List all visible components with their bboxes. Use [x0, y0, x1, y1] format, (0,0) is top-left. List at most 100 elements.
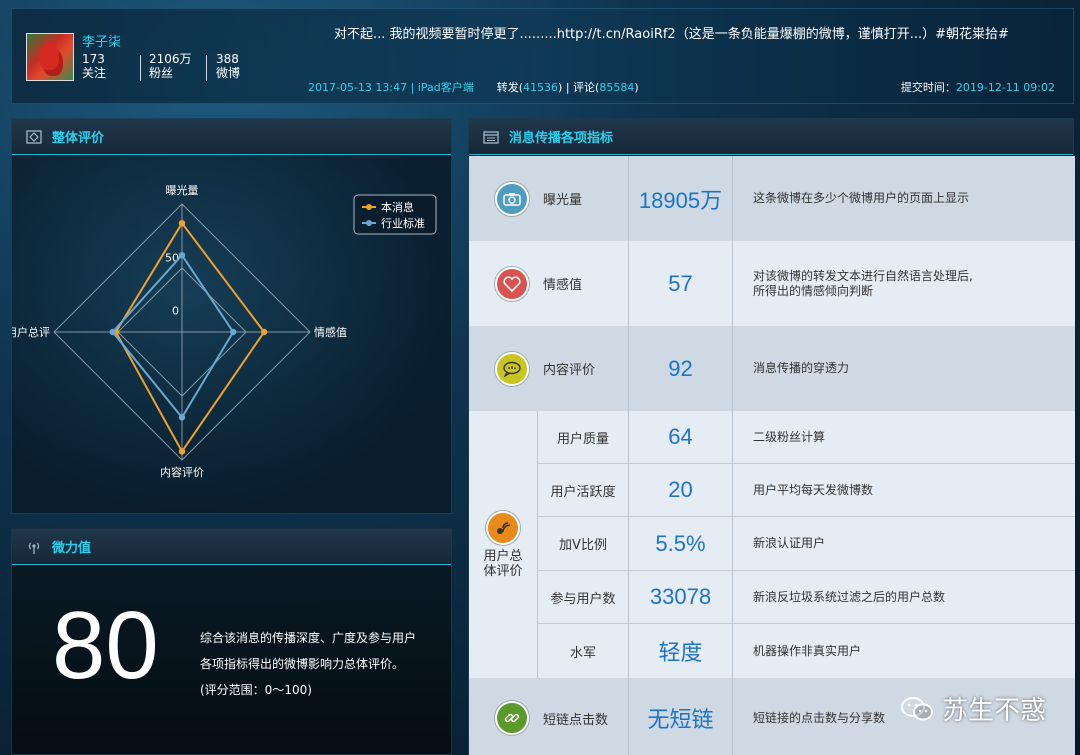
stat-divider: [140, 55, 141, 81]
meta-separator: |: [562, 81, 574, 94]
sub-metric-description: 二级粉丝计算: [753, 429, 826, 444]
metric-label: 内容评价: [543, 363, 596, 378]
group-label-line: 用户总: [483, 548, 523, 564]
radar-series-polygon: [111, 253, 235, 420]
submit-label: 提交时间：: [900, 81, 956, 94]
legend-label: 行业标准: [381, 216, 425, 230]
post-header: 李子柒 173 关注 2106万 粉丝 388 微博 对不起... 我的视频要暂…: [11, 8, 1074, 104]
camera-icon: [495, 181, 529, 216]
speech-bubble-icon: [495, 351, 529, 386]
panel-header: 微力值: [12, 529, 451, 565]
sub-metric-row: 水军 轻度 机器操作非真实用户: [537, 624, 1075, 678]
sub-metric-label: 用户质量: [537, 411, 629, 463]
chart-box-icon: [26, 129, 42, 145]
following-count: 173: [82, 52, 105, 66]
desc-line: 所得出的情感倾向判断: [753, 283, 874, 298]
radar-data-point: [178, 252, 186, 259]
stat-divider: [206, 55, 207, 81]
radar-tick-label: 50: [165, 251, 179, 264]
panel-header: 消息传播各项指标: [469, 119, 1073, 155]
signal-icon: [26, 539, 42, 555]
sub-metric-label: 加V比例: [537, 517, 629, 570]
radar-data-point: [230, 328, 237, 336]
fans-stat[interactable]: 2106万 粉丝: [149, 52, 192, 80]
desc-line: (评分范围：0～100): [200, 683, 312, 697]
metric-description: 这条微博在多少个微博用户的页面上显示: [753, 191, 970, 205]
sub-metric-description: 新浪反垃圾系统过滤之后的用户总数: [753, 589, 946, 604]
user-overall-group: 用户总 体评价: [469, 411, 537, 678]
sub-metric-description: 新浪认证用户: [753, 536, 826, 550]
sub-metric-description: 用户平均每天发微博数: [753, 482, 874, 497]
post-meta: 2017-05-13 13:47 | iPad客户端 转发(41536) | 评…: [308, 79, 639, 95]
radar-axis-label: 情感值: [314, 326, 347, 339]
desc-line: 综合该消息的传播深度、广度及参与用户: [200, 631, 417, 645]
radar-data-point: [178, 414, 186, 421]
radar-series-polygon: [114, 221, 266, 454]
desc-line: 对该微博的转发文本进行自然语言处理后,: [753, 268, 973, 283]
panel-title: 整体评价: [52, 131, 105, 146]
radar-chart: 50 0 曝光量情感值内容评价 用户总评 本消息行业标准: [12, 183, 437, 479]
radar-axis-label: 曝光量: [166, 183, 199, 197]
sub-metric-row: 加V比例 5.5% 新浪认证用户: [537, 517, 1075, 571]
radar-axis-label: 用户总评: [12, 325, 50, 339]
link-icon: [495, 701, 529, 735]
watermark: 苏生不惑: [900, 690, 1046, 727]
metric-label-cell: 曝光量: [469, 156, 629, 241]
posts-stat[interactable]: 388 微博: [216, 52, 240, 80]
heart-icon: [495, 266, 529, 301]
metric-description: 对该微博的转发文本进行自然语言处理后, 所得出的情感倾向判断: [733, 241, 1075, 326]
signal-user-icon: [486, 510, 520, 545]
following-label: 关注: [82, 66, 107, 80]
comment-label: 评论(: [573, 81, 600, 94]
metric-row-content: 内容评价 92 消息传播的穿透力: [469, 326, 1075, 411]
submit-time-block: 提交时间：2019-12-11 09:02: [901, 79, 1055, 95]
power-description: 综合该消息的传播深度、广度及参与用户 各项指标得出的微博影响力总体评价。 (评分…: [200, 625, 450, 703]
fans-count: 2106万: [149, 52, 192, 66]
metric-description: 消息传播的穿透力: [753, 361, 850, 375]
sub-metric-row: 用户质量 64 二级粉丝计算: [537, 411, 1075, 464]
panel-title: 微力值: [52, 541, 92, 556]
sub-metric-value: 64: [629, 411, 733, 463]
post-date-source[interactable]: 2017-05-13 13:47 | iPad客户端: [308, 81, 474, 94]
sub-metric-description: 机器操作非真实用户: [753, 643, 862, 658]
sub-metric-row: 参与用户数 33078 新浪反垃圾系统过滤之后的用户总数: [537, 571, 1075, 624]
radar-data-point: [260, 328, 268, 336]
overall-evaluation-panel: 整体评价 50 0 曝光量情感值内容评价 用户总评 本消息行业标准: [11, 118, 452, 514]
metric-label-cell: 内容评价: [469, 326, 629, 411]
propagation-metrics-panel: 消息传播各项指标 曝光量 18905万 这条微博在多少个微博用户的页面上显示 情…: [468, 118, 1075, 755]
sub-metric-value: 33078: [629, 571, 733, 623]
sub-metric-label: 水军: [537, 624, 629, 678]
sub-metric-label: 参与用户数: [537, 571, 629, 623]
metric-value: 92: [629, 326, 733, 411]
weibo-power-panel: 微力值 80 综合该消息的传播深度、广度及参与用户 各项指标得出的微博影响力总体…: [11, 528, 452, 755]
avatar[interactable]: [26, 33, 74, 81]
group-label-line: 体评价: [483, 563, 523, 579]
metric-label-cell: 情感值: [469, 241, 629, 326]
comment-count[interactable]: 85584: [599, 81, 634, 94]
post-text[interactable]: 对不起... 我的视频要暂时停更了.........http://t.cn/Ra…: [334, 23, 1009, 42]
radar-data-point: [109, 328, 116, 336]
posts-label: 微博: [216, 66, 241, 80]
following-stat[interactable]: 173 关注: [82, 52, 106, 80]
legend-swatch-dot: [366, 204, 372, 210]
repost-label: 转发(: [496, 81, 524, 94]
radar-tick-label: 0: [172, 305, 179, 318]
posts-count: 388: [216, 52, 239, 66]
power-score: 80: [52, 592, 159, 699]
watermark-text: 苏生不惑: [941, 696, 1046, 726]
metric-value: 18905万: [629, 156, 733, 241]
metric-label: 短链点击数: [543, 712, 609, 728]
panel-header: 整体评价: [12, 119, 451, 155]
panel-title: 消息传播各项指标: [509, 131, 614, 146]
metric-label: 情感值: [543, 278, 583, 293]
fans-label: 粉丝: [149, 66, 174, 80]
user-name[interactable]: 李子柒: [82, 31, 121, 50]
repost-count[interactable]: 41536: [523, 81, 558, 94]
radar-axis-label: 内容评价: [160, 465, 204, 479]
desc-line: 各项指标得出的微博影响力总体评价。: [200, 657, 405, 671]
sub-metric-value: 轻度: [629, 624, 733, 678]
sub-metric-value: 5.5%: [629, 517, 733, 570]
sub-metric-label: 用户活跃度: [537, 464, 629, 516]
wechat-icon: [900, 696, 933, 720]
legend-label: 本消息: [381, 200, 414, 214]
